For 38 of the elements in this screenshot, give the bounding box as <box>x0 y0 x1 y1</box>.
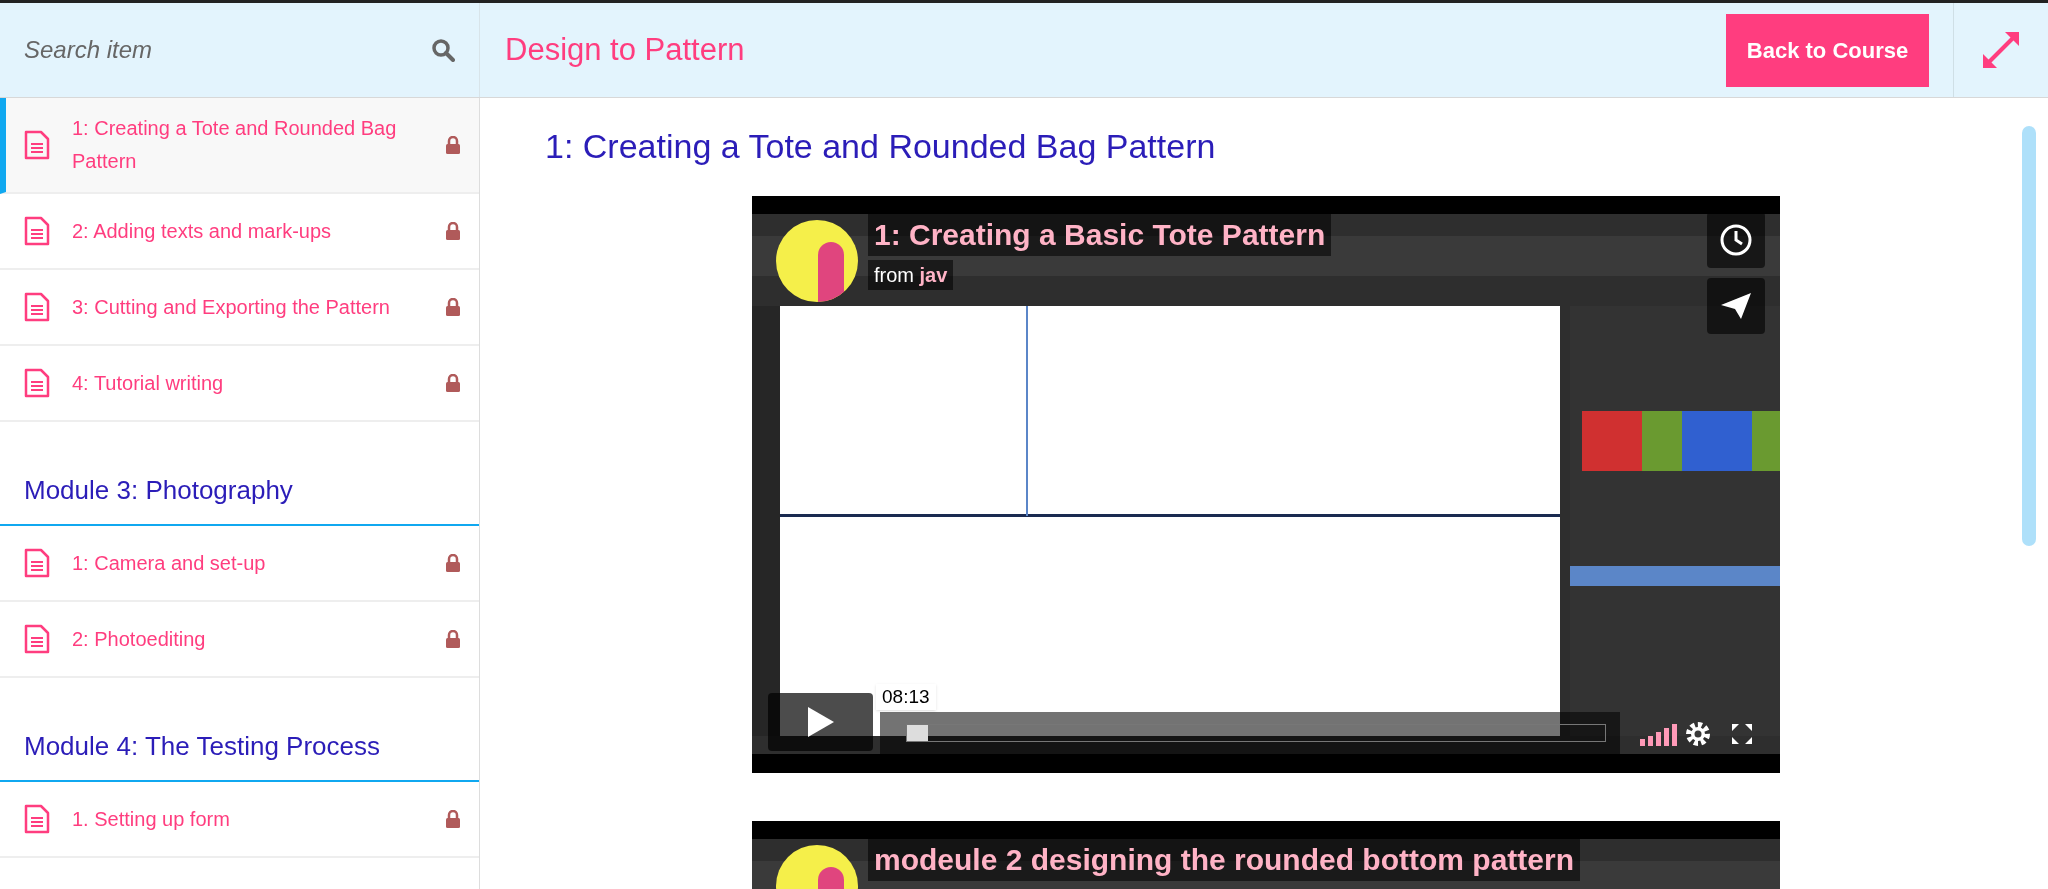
document-icon <box>24 216 50 246</box>
search-icon[interactable] <box>431 38 455 62</box>
video-title[interactable]: 1: Creating a Basic Tote Pattern <box>868 214 1332 256</box>
video-title[interactable]: modeule 2 designing the rounded bottom pattern <box>868 839 1580 881</box>
volume-bars-icon[interactable] <box>1640 724 1678 746</box>
progress-bar[interactable] <box>906 724 1606 742</box>
paper-plane-icon <box>1719 291 1753 321</box>
share-button[interactable] <box>1707 278 1765 334</box>
settings-icon[interactable] <box>1684 720 1712 748</box>
play-icon <box>805 705 836 739</box>
play-button[interactable] <box>768 693 873 751</box>
time-tooltip: 08:13 <box>876 684 936 710</box>
lock-icon <box>445 810 461 828</box>
lock-icon <box>445 136 461 154</box>
lesson-title: 1: Creating a Tote and Rounded Bag Pattern <box>545 126 1217 166</box>
document-icon <box>24 292 50 322</box>
clock-icon <box>1719 223 1753 257</box>
lesson-item[interactable]: 1: Creating a Tote and Rounded Bag Pattern <box>0 98 479 194</box>
video-byline[interactable]: from jav <box>868 260 954 290</box>
document-icon <box>24 368 50 398</box>
expand-icon[interactable] <box>1981 30 2021 70</box>
lock-icon <box>445 374 461 392</box>
document-icon <box>24 548 50 578</box>
search-field[interactable]: Search item <box>24 32 423 68</box>
watch-later-button[interactable] <box>1707 212 1765 268</box>
fullscreen-icon[interactable] <box>1730 722 1754 746</box>
module-heading: Module 3: Photography <box>24 474 293 507</box>
lock-icon <box>445 222 461 240</box>
back-to-course-button[interactable]: Back to Course <box>1726 13 1929 87</box>
lock-icon <box>445 554 461 572</box>
document-icon <box>24 804 50 834</box>
module-heading: Module 4: The Testing Process <box>24 730 380 763</box>
lock-icon <box>445 298 461 316</box>
course-title: Design to Pattern <box>505 30 746 69</box>
scrollbar[interactable] <box>2022 126 2036 546</box>
document-icon <box>24 624 50 654</box>
document-icon <box>24 130 50 160</box>
lock-icon <box>445 630 461 648</box>
